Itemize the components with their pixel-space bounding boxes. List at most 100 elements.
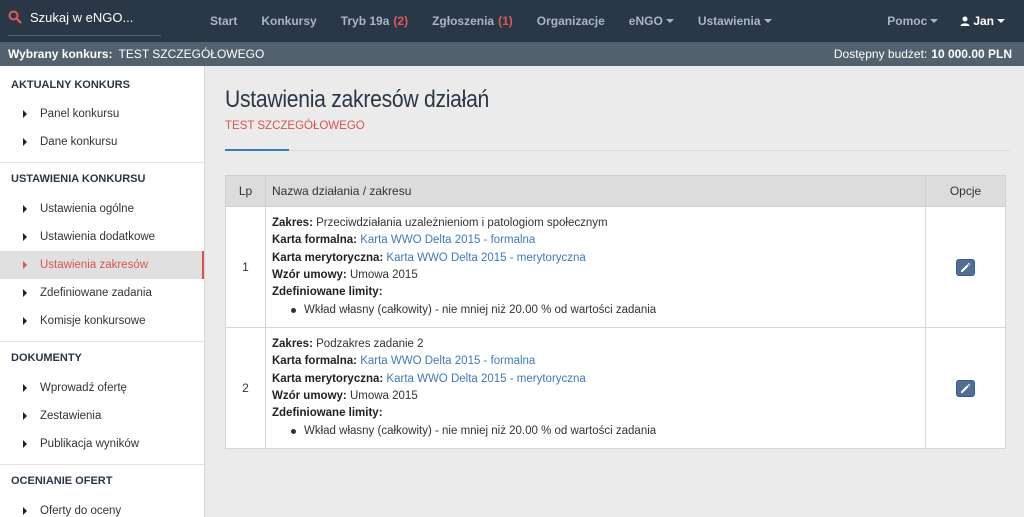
sidebar-item-label: Zestawienia xyxy=(40,410,102,422)
row-details: Zakres: Podzakres zadanie 2 Karta formal… xyxy=(265,327,926,449)
sidebar-item-oferty-do-oceny[interactable]: Oferty do oceny xyxy=(0,497,204,517)
zakres-label: Zakres: xyxy=(272,338,313,351)
header-name: Nazwa działania / zakresu xyxy=(265,175,926,207)
global-search[interactable]: Szukaj w eNGO... xyxy=(8,0,161,36)
contest-context-bar: Wybrany konkurs: TEST SZCZEGÓŁOWEGO Dost… xyxy=(0,42,1024,66)
caret-right-icon xyxy=(23,110,27,118)
header-lp: Lp xyxy=(225,175,266,207)
caret-right-icon xyxy=(23,138,27,146)
nav-tryb-19a-count: (2) xyxy=(393,14,409,28)
wzor-umowy-label: Wzór umowy: xyxy=(272,269,347,281)
caret-right-icon xyxy=(23,261,27,269)
limit-item: Wkład własny (całkowity) - nie mniej niż… xyxy=(272,302,919,319)
selected-contest-value: TEST SZCZEGÓŁOWEGO xyxy=(118,47,265,61)
user-icon xyxy=(960,16,970,26)
table-row: 2 Zakres: Podzakres zadanie 2 Karta form… xyxy=(225,327,1006,449)
nav-tryb-19a-label: Tryb 19a xyxy=(340,14,390,28)
sidebar-item-label: Komisje konkursowe xyxy=(40,315,146,327)
sidebar-item-label: Oferty do oceny xyxy=(40,505,122,517)
table-header-row: Lp Nazwa działania / zakresu Opcje xyxy=(225,175,1006,207)
sidebar: AKTUALNY KONKURS Panel konkursu Dane kon… xyxy=(0,66,205,517)
sidebar-section-title: OCENIANIE OFERT xyxy=(11,475,113,487)
karta-merytoryczna-link[interactable]: Karta WWO Delta 2015 - merytoryczna xyxy=(386,373,585,385)
selected-contest-label: Wybrany konkurs: xyxy=(8,47,113,61)
caret-right-icon xyxy=(23,384,27,392)
caret-right-icon xyxy=(23,317,27,325)
sidebar-item-label: Wprowadź ofertę xyxy=(40,382,127,394)
sidebar-item-panel-konkursu[interactable]: Panel konkursu xyxy=(0,100,204,128)
sidebar-item-label: Ustawienia ogólne xyxy=(40,203,134,215)
sidebar-item-publikacja-wynikow[interactable]: Publikacja wyników xyxy=(0,430,204,458)
pencil-icon xyxy=(961,262,971,272)
nav-organizacje[interactable]: Organizacje xyxy=(525,14,617,28)
budget-info: Dostępny budżet: 10 000.00 PLN xyxy=(834,42,1012,66)
sidebar-item-label: Ustawienia dodatkowe xyxy=(40,231,156,243)
sidebar-item-ustawienia-dodatkowe[interactable]: Ustawienia dodatkowe xyxy=(0,223,204,251)
sidebar-item-label: Panel konkursu xyxy=(40,108,120,120)
edit-button[interactable] xyxy=(956,258,975,276)
nav-start[interactable]: Start xyxy=(198,14,249,28)
nav-ustawienia-dropdown[interactable]: Ustawienia xyxy=(686,14,784,28)
nav-konkursy[interactable]: Konkursy xyxy=(249,14,328,28)
nav-help-dropdown[interactable]: Pomoc xyxy=(876,14,949,28)
karta-formalna-label: Karta formalna: xyxy=(272,355,357,368)
sidebar-item-dane-konkursu[interactable]: Dane konkursu xyxy=(0,128,204,156)
sidebar-item-wprowadz-oferte[interactable]: Wprowadź ofertę xyxy=(0,374,204,402)
caret-down-icon xyxy=(930,19,939,23)
nav-zgloszenia[interactable]: Zgłoszenia (1) xyxy=(420,14,525,28)
row-details: Zakres: Przeciwdziałania uzależnieniom i… xyxy=(265,206,926,328)
caret-right-icon xyxy=(23,412,27,420)
sidebar-item-ustawienia-ogolne[interactable]: Ustawienia ogólne xyxy=(0,195,204,223)
row-options xyxy=(925,206,1006,328)
wzor-umowy-value: Umowa 2015 xyxy=(349,269,418,281)
wzor-umowy-label: Wzór umowy: xyxy=(272,390,347,402)
karta-formalna-link[interactable]: Karta WWO Delta 2015 - formalna xyxy=(360,234,535,246)
nav-ustawienia-label: Ustawienia xyxy=(697,14,761,28)
caret-right-icon xyxy=(23,233,27,241)
sidebar-item-label: Dane konkursu xyxy=(40,136,118,148)
nav-zgloszenia-label: Zgłoszenia xyxy=(432,14,495,28)
caret-down-icon xyxy=(665,19,674,23)
karta-merytoryczna-link[interactable]: Karta WWO Delta 2015 - merytoryczna xyxy=(386,252,585,264)
nav-organizacje-label: Organizacje xyxy=(536,14,605,28)
row-options xyxy=(925,327,1006,449)
caret-right-icon xyxy=(23,440,27,448)
search-icon xyxy=(8,10,24,26)
wzor-umowy-value: Umowa 2015 xyxy=(349,390,418,402)
nav-engo-dropdown[interactable]: eNGO xyxy=(617,14,686,28)
main-nav: Start Konkursy Tryb 19a (2) Zgłoszenia (1)… xyxy=(198,0,784,42)
ranges-table: Lp Nazwa działania / zakresu Opcje 1 Zak… xyxy=(225,175,1006,449)
nav-start-label: Start xyxy=(210,14,238,28)
caret-right-icon xyxy=(23,289,27,297)
sidebar-section-title: DOKUMENTY xyxy=(11,352,82,364)
search-label: Szukaj w eNGO... xyxy=(30,10,134,25)
sidebar-item-komisje-konkursowe[interactable]: Komisje konkursowe xyxy=(0,307,204,335)
user-menu[interactable]: Jan xyxy=(949,14,1016,28)
caret-down-icon xyxy=(997,19,1005,23)
edit-button[interactable] xyxy=(956,379,975,397)
caret-right-icon xyxy=(23,205,27,213)
title-divider-accent xyxy=(225,149,289,151)
zakres-label: Zakres: xyxy=(272,217,313,230)
nav-engo-label: eNGO xyxy=(628,14,663,28)
user-name: Jan xyxy=(973,14,994,28)
nav-tryb-19a[interactable]: Tryb 19a (2) xyxy=(329,14,420,28)
sidebar-item-label: Zdefiniowane zadania xyxy=(40,287,152,299)
sidebar-section-title: USTAWIENIA KONKURSU xyxy=(11,173,146,185)
sidebar-item-zdefiniowane-zadania[interactable]: Zdefiniowane zadania xyxy=(0,279,204,307)
karta-merytoryczna-label: Karta merytoryczna: xyxy=(272,251,384,264)
nav-zgloszenia-count: (1) xyxy=(498,14,513,28)
karta-formalna-link[interactable]: Karta WWO Delta 2015 - formalna xyxy=(360,355,535,367)
karta-formalna-label: Karta formalna: xyxy=(272,234,357,247)
limity-label: Zdefiniowane limity: xyxy=(272,286,383,299)
main-content: Ustawienia zakresów działań TEST SZCZEGÓ… xyxy=(206,66,1024,517)
limity-label: Zdefiniowane limity: xyxy=(272,407,383,420)
budget-value: 10 000.00 PLN xyxy=(931,47,1012,61)
zakres-value: Podzakres zadanie 2 xyxy=(316,338,424,351)
sidebar-item-ustawienia-zakresow[interactable]: Ustawienia zakresów xyxy=(0,251,204,279)
nav-help-label: Pomoc xyxy=(887,14,928,28)
sidebar-item-zestawienia[interactable]: Zestawienia xyxy=(0,402,204,430)
zakres-value: Przeciwdziałania uzależnieniom i patolog… xyxy=(316,217,608,230)
table-row: 1 Zakres: Przeciwdziałania uzależnieniom… xyxy=(225,206,1006,328)
sidebar-item-label: Ustawienia zakresów xyxy=(40,259,149,271)
